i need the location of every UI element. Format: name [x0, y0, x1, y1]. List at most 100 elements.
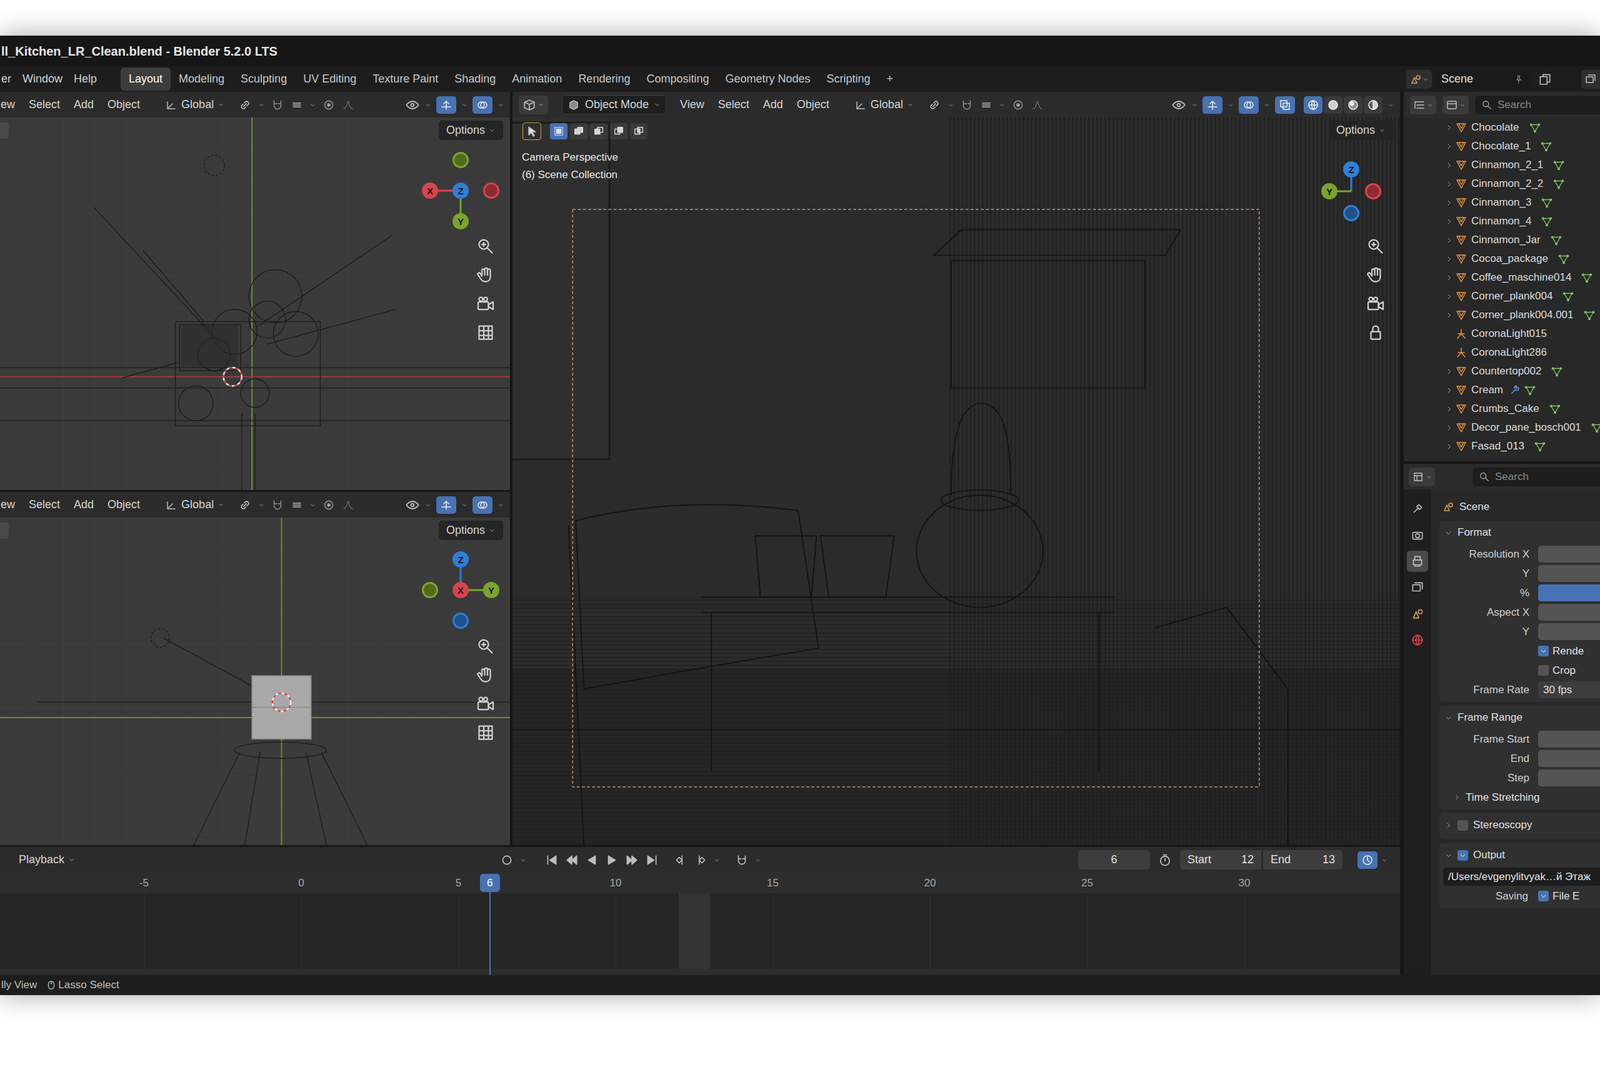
outliner-row[interactable]: Cinnamon_3	[1403, 193, 1600, 212]
outliner-row[interactable]: Cocoa_package	[1403, 249, 1600, 269]
play-icon[interactable]	[605, 853, 619, 867]
viewport-toggle[interactable]	[1238, 96, 1259, 114]
object-name[interactable]: Corner_plank004.001	[1471, 306, 1574, 324]
snap-target-icon[interactable]	[980, 98, 993, 112]
panel-header[interactable]: Stereoscopy	[1439, 813, 1600, 837]
property-field[interactable]	[1538, 730, 1600, 748]
property-field[interactable]	[1538, 750, 1600, 767]
workspace-tab[interactable]: Rendering	[570, 67, 639, 91]
outliner-row[interactable]: Countertop002	[1403, 361, 1600, 381]
chevron-right-icon[interactable]	[1445, 273, 1454, 282]
chevron-right-icon[interactable]	[1445, 217, 1454, 226]
snap-target-icon[interactable]	[290, 98, 304, 112]
object-name[interactable]: Cream	[1471, 381, 1504, 399]
shading-button[interactable]	[1303, 96, 1323, 114]
properties-search-input[interactable]	[1495, 468, 1600, 485]
sync-button[interactable]	[1357, 851, 1378, 869]
outliner-row[interactable]: CoronaLight015	[1403, 324, 1600, 344]
outliner-row[interactable]: Cream	[1403, 380, 1600, 400]
panel-header[interactable]: Output	[1439, 843, 1600, 867]
previous-keyframe-icon[interactable]	[565, 853, 579, 867]
mesh-data-icon[interactable]	[1524, 384, 1536, 396]
outliner-row[interactable]: Corner_plank004	[1403, 286, 1600, 306]
gizmo-axis-ball[interactable]	[452, 612, 469, 629]
expand-toggle[interactable]	[1442, 251, 1455, 266]
menu-item[interactable]: ew	[0, 96, 15, 114]
mesh-data-icon[interactable]	[1562, 290, 1574, 302]
add-workspace-button[interactable]: +	[878, 67, 902, 91]
panel-header[interactable]: Format	[1439, 520, 1600, 545]
object-name[interactable]: Decor_pane_bosch001	[1471, 419, 1582, 436]
display-mode-button[interactable]	[1442, 95, 1469, 115]
object-name[interactable]: Cinnamon_Jar	[1471, 231, 1541, 249]
shading-button[interactable]	[1363, 96, 1383, 114]
gizmo-axis-ball[interactable]: Z	[452, 182, 469, 199]
object-name[interactable]: Chocolate	[1471, 119, 1520, 136]
property-field[interactable]: 30 fps	[1538, 681, 1600, 699]
mesh-data-icon[interactable]	[1581, 271, 1593, 284]
expand-toggle[interactable]	[1442, 364, 1455, 379]
current-frame-field[interactable]: 6	[1078, 850, 1150, 870]
expand-toggle[interactable]	[1442, 383, 1455, 397]
end-frame-field[interactable]: End13	[1263, 850, 1343, 870]
timeline-area[interactable]: -50510152025306	[0, 872, 1400, 975]
object-name[interactable]: Crumbs_Cake	[1471, 400, 1540, 417]
subpanel-title[interactable]: Time Stretching	[1465, 789, 1540, 806]
gizmo-axis-ball[interactable]: Z	[1343, 161, 1360, 178]
outliner-row[interactable]: Cinnamon_Jar	[1403, 230, 1600, 250]
snap-icon[interactable]	[270, 98, 285, 112]
properties-tab[interactable]	[1406, 498, 1429, 520]
properties-tab[interactable]	[1406, 550, 1429, 572]
mesh-data-icon[interactable]	[1549, 403, 1561, 415]
workspace-tab[interactable]: Texture Paint	[364, 67, 447, 91]
chevron-right-icon[interactable]	[1445, 367, 1454, 376]
orientation-dropdown[interactable]: Global	[165, 496, 225, 514]
next-keyframe-icon[interactable]	[625, 853, 639, 867]
outliner-row[interactable]: Cinnamon_4	[1403, 211, 1600, 231]
play-reverse-icon[interactable]	[585, 853, 599, 867]
menu-item[interactable]: Object	[796, 96, 830, 114]
gizmo-axis-ball[interactable]	[1343, 205, 1360, 222]
menu-item[interactable]: Help	[73, 70, 97, 88]
expand-toggle[interactable]	[1442, 195, 1455, 210]
viewport-canvas[interactable]: OptionsXYZ	[0, 117, 510, 490]
outliner-row[interactable]: CoronaLight286	[1403, 343, 1600, 362]
mesh-data-icon[interactable]	[1558, 253, 1570, 265]
proportional-edit-icon[interactable]	[1011, 98, 1025, 112]
expand-toggle[interactable]	[1442, 289, 1455, 304]
outliner-row[interactable]: Crumbs_Cake	[1403, 399, 1600, 419]
menu-item[interactable]: Add	[73, 496, 94, 514]
expand-toggle[interactable]	[1442, 139, 1455, 154]
gizmo-axis-ball[interactable]: Y	[452, 213, 469, 230]
viewport-toggle[interactable]	[436, 496, 457, 514]
properties-tab[interactable]	[1406, 576, 1429, 599]
editor-type-button[interactable]	[1408, 467, 1435, 487]
mesh-data-icon[interactable]	[1550, 234, 1562, 246]
chevron-right-icon[interactable]	[1445, 236, 1454, 245]
mesh-data-icon[interactable]	[1540, 140, 1552, 152]
object-name[interactable]: Cinnamon_4	[1471, 213, 1532, 230]
pin-icon[interactable]	[1513, 74, 1524, 85]
workspace-tab[interactable]: Sculpting	[232, 67, 295, 91]
outliner-row[interactable]: Coffee_maschine014	[1403, 268, 1600, 287]
menu-item[interactable]: View	[680, 96, 705, 114]
expand-toggle[interactable]	[1442, 270, 1455, 285]
chevron-right-icon[interactable]	[1444, 821, 1453, 830]
chevron-right-icon[interactable]	[1445, 405, 1454, 414]
lock-icon[interactable]	[1366, 323, 1385, 342]
checkbox[interactable]	[1538, 890, 1549, 902]
expand-toggle[interactable]	[1442, 439, 1455, 454]
menu-item[interactable]: Select	[718, 96, 750, 114]
shading-button[interactable]	[1323, 96, 1343, 114]
select-mode-button[interactable]	[550, 123, 568, 140]
checkbox-label[interactable]: File E	[1552, 888, 1580, 905]
viewport-toggle[interactable]	[436, 96, 457, 114]
properties-tab[interactable]	[1406, 603, 1429, 625]
workspace-tab[interactable]: Scripting	[818, 67, 879, 91]
falloff-icon[interactable]	[341, 498, 355, 512]
orientation-dropdown[interactable]: Global	[854, 96, 914, 114]
select-mode-button[interactable]	[570, 123, 588, 140]
wrench-icon[interactable]	[1509, 384, 1521, 396]
expand-toggle[interactable]	[1442, 420, 1455, 435]
previous-key-icon[interactable]	[673, 853, 688, 867]
